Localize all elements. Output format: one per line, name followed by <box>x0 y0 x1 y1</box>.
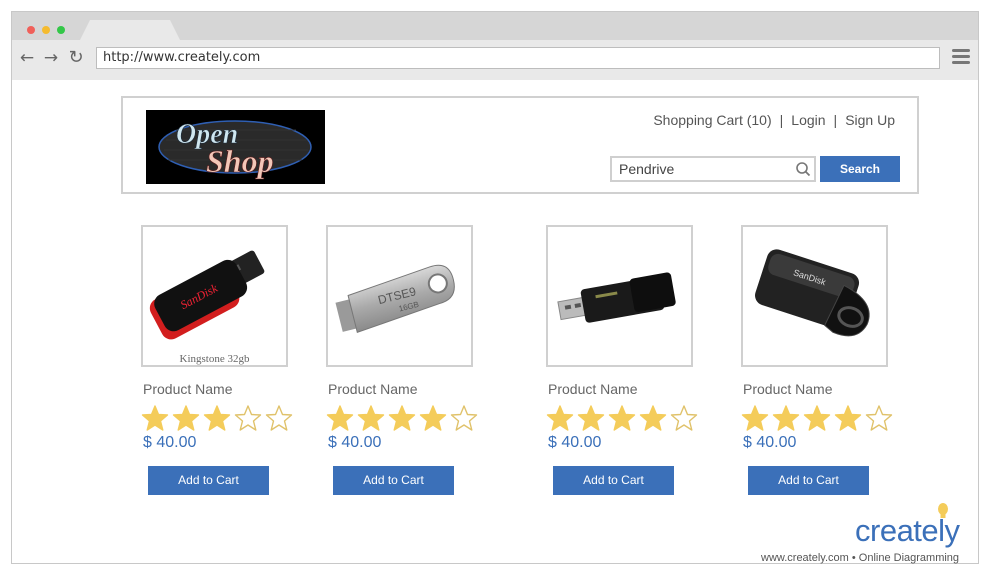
star-filled-icon[interactable] <box>546 404 574 432</box>
close-window-icon[interactable] <box>27 26 35 34</box>
star-filled-icon[interactable] <box>419 404 447 432</box>
product-image[interactable]: SanDisk <box>741 225 888 367</box>
search-input-value: Pendrive <box>619 161 675 177</box>
star-filled-icon[interactable] <box>357 404 385 432</box>
star-rating <box>546 404 706 434</box>
star-filled-icon[interactable] <box>577 404 605 432</box>
store-header: Open Shop Shopping Cart (10) | Login | Sign … <box>121 96 919 194</box>
sandisk-ultra-fit-drive-image: SanDisk <box>755 249 870 337</box>
product-price: $ 40.00 <box>328 434 382 451</box>
account-links: Shopping Cart (10) | Login | Sign Up <box>653 112 895 128</box>
forward-arrow-icon[interactable]: → <box>42 49 60 67</box>
address-bar[interactable]: http://www.creately.com <box>96 47 940 69</box>
product-name[interactable]: Product Name <box>743 381 832 397</box>
sign-up-link[interactable]: Sign Up <box>845 112 895 128</box>
browser-tab[interactable] <box>80 20 180 40</box>
product-image[interactable] <box>546 225 693 367</box>
logo-graphic: Open Shop <box>146 110 325 184</box>
link-separator: | <box>833 112 838 128</box>
star-filled-icon[interactable] <box>639 404 667 432</box>
star-filled-icon[interactable] <box>388 404 416 432</box>
minimize-window-icon[interactable] <box>42 26 50 34</box>
product-name[interactable]: Product Name <box>548 381 637 397</box>
tab-strip <box>12 12 978 40</box>
star-filled-icon[interactable] <box>741 404 769 432</box>
add-to-cart-button[interactable]: Add to Cart <box>333 466 454 495</box>
svg-text:Shop: Shop <box>206 143 274 179</box>
star-filled-icon[interactable] <box>608 404 636 432</box>
hamburger-menu-icon[interactable] <box>952 49 970 67</box>
star-empty-icon[interactable] <box>234 404 262 432</box>
browser-window: ← → ↻ http://www.creately.com Open Shop … <box>11 11 979 564</box>
product-caption: Kingstone 32gb <box>179 353 250 365</box>
add-to-cart-button[interactable]: Add to Cart <box>553 466 674 495</box>
product-image[interactable]: SanDisk Kingstone 32gb <box>141 225 288 367</box>
shopping-cart-link[interactable]: Shopping Cart (10) <box>653 112 771 128</box>
star-filled-icon[interactable] <box>172 404 200 432</box>
star-rating <box>141 404 301 434</box>
star-filled-icon[interactable] <box>772 404 800 432</box>
product-name[interactable]: Product Name <box>143 381 232 397</box>
star-filled-icon[interactable] <box>803 404 831 432</box>
product-name[interactable]: Product Name <box>328 381 417 397</box>
datatraveler-drive-image <box>557 272 676 323</box>
star-filled-icon[interactable] <box>326 404 354 432</box>
star-empty-icon[interactable] <box>670 404 698 432</box>
product-price: $ 40.00 <box>548 434 602 451</box>
search-icon[interactable] <box>795 161 811 177</box>
search-input[interactable]: Pendrive <box>610 156 816 182</box>
product-image[interactable]: DTSE9 16GB <box>326 225 473 367</box>
link-separator: | <box>779 112 784 128</box>
search-button[interactable]: Search <box>820 156 900 182</box>
browser-chrome: ← → ↻ http://www.creately.com <box>12 12 978 80</box>
star-rating <box>326 404 486 434</box>
star-empty-icon[interactable] <box>865 404 893 432</box>
add-to-cart-button[interactable]: Add to Cart <box>148 466 269 495</box>
open-shop-logo[interactable]: Open Shop <box>146 110 325 184</box>
kingston-dtse9-drive-image: DTSE9 16GB <box>335 264 455 334</box>
product-price: $ 40.00 <box>143 434 197 451</box>
reload-icon[interactable]: ↻ <box>67 49 85 67</box>
add-to-cart-button[interactable]: Add to Cart <box>748 466 869 495</box>
star-empty-icon[interactable] <box>450 404 478 432</box>
creately-tagline: www.creately.com • Online Diagramming <box>761 552 960 564</box>
product-price: $ 40.00 <box>743 434 797 451</box>
star-rating <box>741 404 901 434</box>
star-filled-icon[interactable] <box>834 404 862 432</box>
creately-brand: creately <box>855 513 960 548</box>
sandisk-usb-drive-image: SanDisk <box>149 250 265 340</box>
back-arrow-icon[interactable]: ← <box>18 49 36 67</box>
star-filled-icon[interactable] <box>203 404 231 432</box>
star-filled-icon[interactable] <box>141 404 169 432</box>
login-link[interactable]: Login <box>791 112 825 128</box>
star-empty-icon[interactable] <box>265 404 293 432</box>
maximize-window-icon[interactable] <box>57 26 65 34</box>
